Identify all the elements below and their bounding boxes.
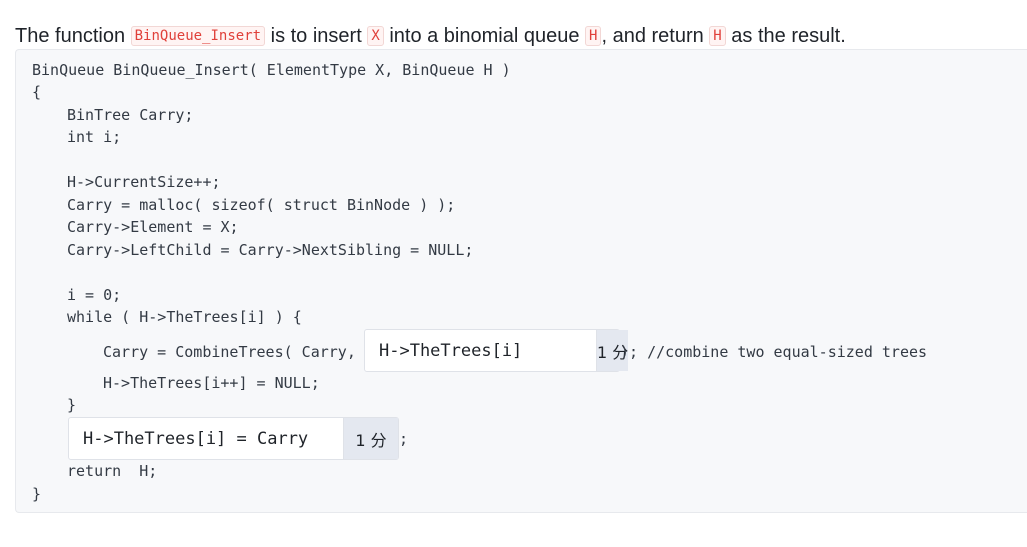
code-line: H->CurrentSize++; (67, 173, 221, 191)
code-line: ; (399, 430, 409, 448)
function-name-code: BinQueue_Insert (130, 26, 266, 46)
code-line: Carry->LeftChild = Carry->NextSibling = … (67, 241, 474, 259)
code-line: while ( H->TheTrees[i] ) { (67, 308, 302, 326)
prompt-text-3: into a binomial queue (383, 25, 586, 47)
score-badge-2: 1 分 (343, 418, 398, 459)
code-line: { (32, 83, 42, 101)
code-line: return H; (67, 462, 158, 480)
code-line: } (32, 485, 42, 503)
code-line: i = 0; (67, 286, 122, 304)
prompt-text-1: The function (15, 25, 131, 47)
code-line: BinQueue BinQueue_Insert( ElementType X,… (32, 61, 511, 79)
code-line: int i; (67, 128, 122, 146)
prompt-text-4: , and return (601, 25, 710, 47)
code-line: Carry = malloc( sizeof( struct BinNode )… (67, 196, 456, 214)
variable-x-code: X (367, 26, 384, 46)
answer-input-2[interactable] (69, 418, 343, 459)
prompt-text-5: as the result. (725, 25, 846, 47)
answer-input-1[interactable] (365, 330, 596, 371)
answer-blank-2: 1 分 (68, 417, 399, 460)
code-block: BinQueue BinQueue_Insert( ElementType X,… (15, 49, 1027, 513)
answer-blank-1: 1 分 (364, 329, 629, 372)
code-line: Carry->Element = X; (67, 218, 239, 236)
code-line: H->TheTrees[i++] = NULL; (103, 374, 320, 392)
prompt-text-2: is to insert (265, 25, 368, 47)
code-line: Carry = CombineTrees( Carry, (103, 343, 356, 361)
question-prompt: The function BinQueue_Insert is to inser… (15, 24, 846, 48)
code-line: } (67, 396, 77, 414)
variable-h-code-2: H (709, 26, 726, 46)
code-line: ); //combine two equal-sized trees (620, 343, 928, 361)
code-line: BinTree Carry; (67, 106, 194, 124)
variable-h-code: H (585, 26, 602, 46)
